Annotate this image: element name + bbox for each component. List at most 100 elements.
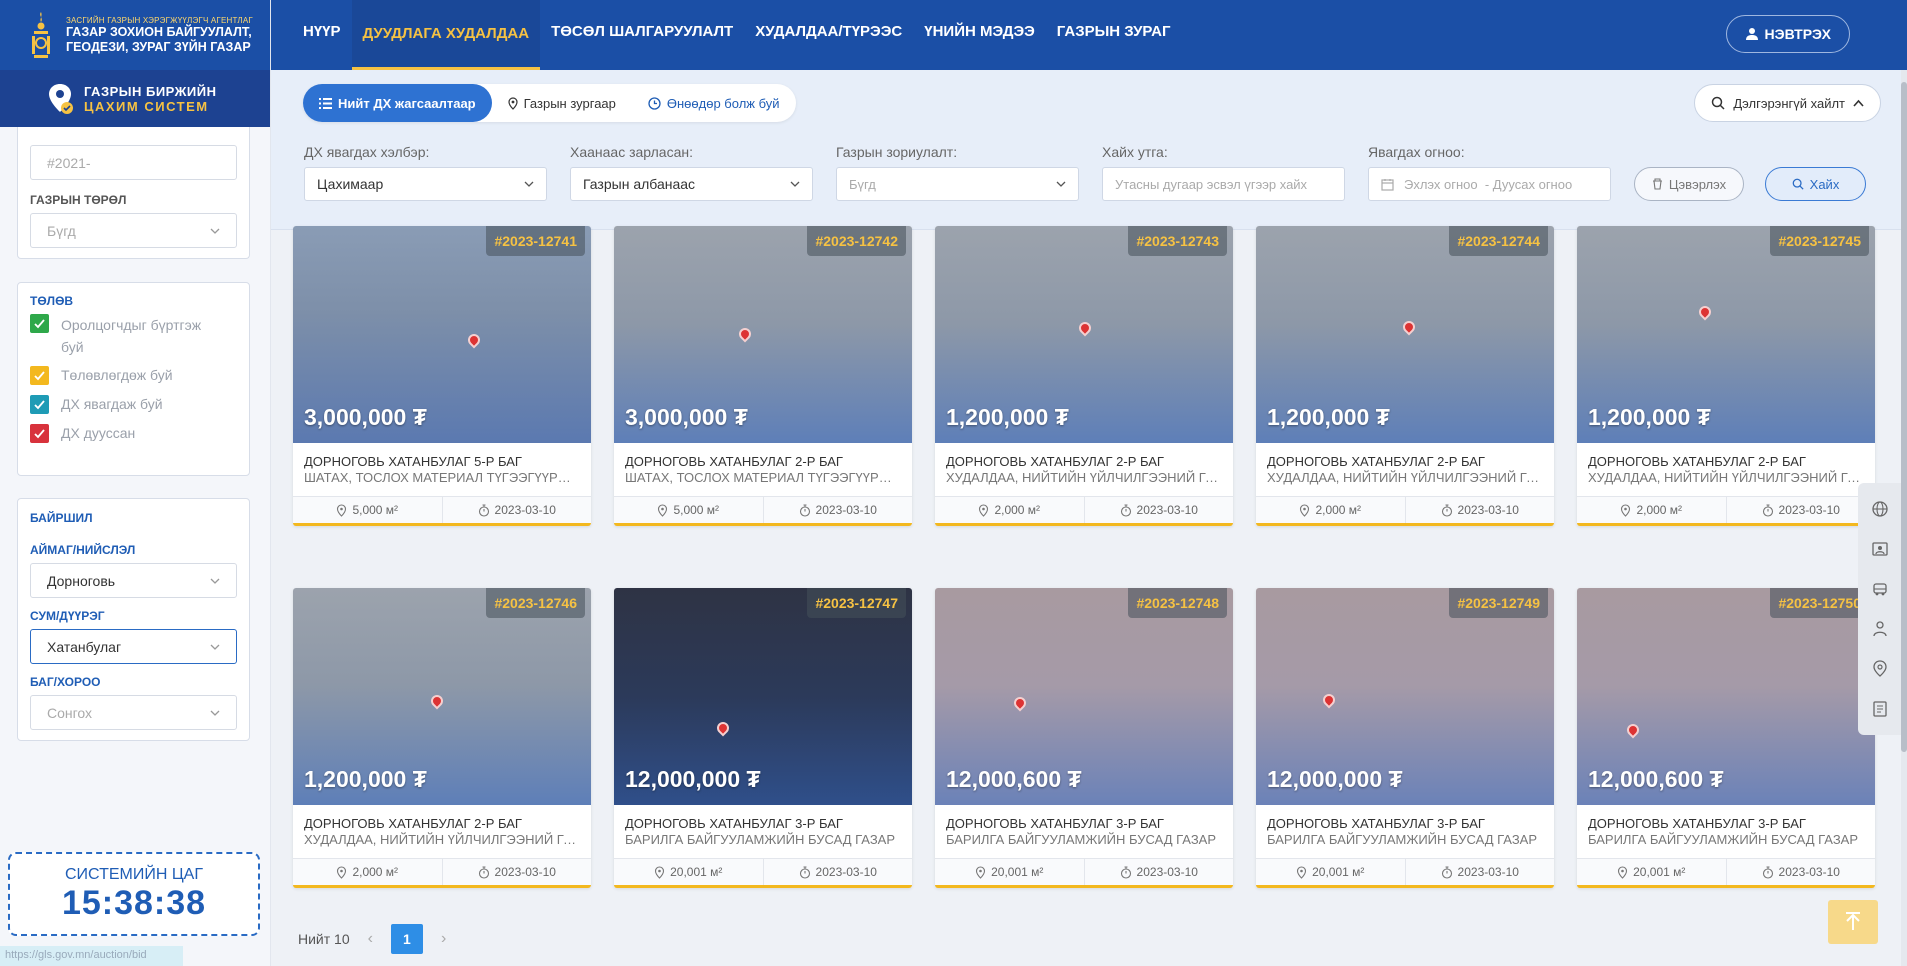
nav-project-selection[interactable]: ТӨСӨЛ ШАЛГАРУУЛАЛТ [540, 0, 744, 62]
scroll-to-top-button[interactable] [1828, 900, 1878, 944]
auction-footer: 5,000 м² 2023-03-10 [293, 496, 591, 523]
floating-toolbar [1858, 483, 1901, 735]
auction-code: #2023-12742 [807, 226, 906, 256]
page-number-current[interactable]: 1 [390, 924, 423, 954]
tab-list[interactable]: Нийт ДХ жагсаалтаар [303, 84, 492, 122]
status-checkbox-finished[interactable]: ДХ дууссан [30, 424, 249, 443]
auction-area-value: 20,001 м² [991, 865, 1044, 879]
nav-land-map[interactable]: ГАЗРЫН ЗУРАГ [1046, 0, 1182, 62]
nav-sale-rent[interactable]: ХУДАЛДАА/ТҮРЭЭС [744, 0, 913, 62]
auction-price: 12,000,600 ₮ [1588, 766, 1724, 792]
search-value-input[interactable]: Утасны дугаар эсвэл үгээр хайх [1102, 167, 1345, 201]
arrow-up-icon [1846, 912, 1860, 930]
auction-type-value: Цахимаар [317, 176, 384, 192]
status-checkbox-ongoing[interactable]: ДХ явагдаж буй [30, 395, 249, 414]
land-type-select[interactable]: Бүгд [30, 213, 237, 248]
auction-card[interactable]: #2023-12746 1,200,000 ₮ ДОРНОГОВЬ ХАТАНБ… [293, 588, 591, 888]
advanced-search-toggle[interactable]: Дэлгэрэнгүй хайлт [1694, 84, 1881, 122]
auction-area-value: 5,000 м² [352, 503, 399, 517]
stopwatch-icon [478, 865, 489, 879]
auction-area-value: 20,001 м² [670, 865, 723, 879]
chevron-up-icon [1853, 99, 1864, 107]
location-panel: БАЙРШИЛ АЙМАГ/НИЙСЛЭЛ Дорноговь СУМ/ДҮҮР… [17, 498, 250, 741]
status-checkbox-planned[interactable]: Төлөвлөгдөж буй [30, 366, 249, 385]
sum-value: Хатанбулаг [47, 638, 122, 655]
auction-footer: 2,000 м² 2023-03-10 [1256, 496, 1554, 523]
chevron-down-icon [790, 181, 800, 187]
aimag-value: Дорноговь [47, 572, 116, 589]
auction-location: ДОРНОГОВЬ ХАТАНБУЛАГ 3-Р БАГ [1267, 816, 1485, 831]
clear-button[interactable]: Цэвэрлэх [1634, 167, 1744, 201]
tab-map[interactable]: Газрын зургаар [492, 84, 632, 122]
auction-card[interactable]: #2023-12747 12,000,000 ₮ ДОРНОГОВЬ ХАТАН… [614, 588, 912, 888]
next-page-icon[interactable]: › [441, 930, 446, 948]
nav-auction[interactable]: ДУУДЛАГА ХУДАЛДАА [351, 0, 541, 70]
auction-date: 2023-03-10 [764, 497, 913, 523]
map-pin-icon [337, 865, 347, 879]
auction-code-placeholder: #2021- [47, 154, 91, 171]
auction-purpose: ХУДАЛДАА, НИЙТИЙН ҮЙЛЧИЛГЭЭНИЙ ГАЗАР [304, 832, 580, 847]
chevron-down-icon [1056, 181, 1066, 187]
status-label: ДХ дууссан [61, 425, 136, 441]
auction-location: ДОРНОГОВЬ ХАТАНБУЛАГ 3-Р БАГ [625, 816, 843, 831]
auction-code-input[interactable]: #2021- [30, 145, 237, 180]
view-tabs: Нийт ДХ жагсаалтаар Газрын зургаар Өнөөд… [303, 84, 796, 122]
auction-code: #2023-12749 [1449, 588, 1548, 618]
status-label: Төлөвлөгдөж буй [61, 367, 173, 383]
calendar-icon [1381, 178, 1394, 191]
announced-by-select[interactable]: Газрын албанаас [570, 167, 813, 201]
scrollbar-thumb[interactable] [1901, 82, 1907, 752]
system-logo[interactable]: ГАЗРЫН БИРЖИЙН ЦАХИМ СИСТЕМ [0, 70, 270, 127]
auction-card[interactable]: #2023-12742 3,000,000 ₮ ДОРНОГОВЬ ХАТАНБ… [614, 226, 912, 526]
auction-code: #2023-12745 [1770, 226, 1869, 256]
location-search-icon[interactable] [1871, 660, 1889, 678]
auction-date-value: 2023-03-10 [815, 503, 877, 517]
bag-select[interactable]: Сонгох [30, 695, 237, 730]
auction-price: 3,000,000 ₮ [304, 404, 427, 430]
auction-card[interactable]: #2023-12750 12,000,600 ₮ ДОРНОГОВЬ ХАТАН… [1577, 588, 1875, 888]
status-checkbox-registering[interactable]: Оролцогчдыг бүртгэж буй [30, 314, 249, 358]
clear-label: Цэвэрлэх [1668, 176, 1727, 192]
agency-logo[interactable]: ЗАСГИЙН ГАЗРЫН ХЭРЭГЖҮҮЛЭГЧ АГЕНТЛАГ ГАЗ… [0, 0, 270, 70]
car-icon[interactable] [1871, 580, 1889, 598]
auction-date: 2023-03-10 [764, 859, 913, 885]
person-icon[interactable] [1871, 620, 1889, 638]
tab-today[interactable]: Өнөөдөр болж буй [632, 84, 796, 122]
advanced-search-label: Дэлгэрэнгүй хайлт [1733, 95, 1845, 111]
auction-code: #2023-12743 [1128, 226, 1227, 256]
auction-type-select[interactable]: Цахимаар [304, 167, 547, 201]
tab-map-label: Газрын зургаар [523, 95, 616, 111]
auction-footer: 20,001 м² 2023-03-10 [614, 858, 912, 885]
auction-date-value: 2023-03-10 [1457, 503, 1519, 517]
auction-card[interactable]: #2023-12744 1,200,000 ₮ ДОРНОГОВЬ ХАТАНБ… [1256, 226, 1554, 526]
nav-home[interactable]: НҮҮР [292, 0, 352, 62]
prev-page-icon[interactable]: ‹ [368, 930, 373, 948]
auction-date: 2023-03-10 [443, 497, 592, 523]
id-card-icon[interactable] [1871, 540, 1889, 558]
auction-location: ДОРНОГОВЬ ХАТАНБУЛАГ 2-Р БАГ [946, 454, 1164, 469]
nav-price-info[interactable]: ҮНИЙН МЭДЭЭ [913, 0, 1046, 62]
system-title-line2: ЦАХИМ СИСТЕМ [84, 98, 209, 114]
auction-area: 2,000 м² [1256, 497, 1406, 523]
auction-card[interactable]: #2023-12748 12,000,600 ₮ ДОРНОГОВЬ ХАТАН… [935, 588, 1233, 888]
auction-card[interactable]: #2023-12741 3,000,000 ₮ ДОРНОГОВЬ ХАТАНБ… [293, 226, 591, 526]
stopwatch-icon [799, 865, 810, 879]
login-button[interactable]: НЭВТРЭХ [1725, 15, 1850, 53]
land-type-value: Бүгд [47, 222, 76, 239]
aimag-select[interactable]: Дорноговь [30, 563, 237, 598]
auction-price: 3,000,000 ₮ [625, 404, 748, 430]
auction-price: 12,000,600 ₮ [946, 766, 1082, 792]
land-purpose-select[interactable]: Бүгд [836, 167, 1079, 201]
auction-card[interactable]: #2023-12749 12,000,000 ₮ ДОРНОГОВЬ ХАТАН… [1256, 588, 1554, 888]
bag-label: БАГ/ХОРОО [30, 675, 101, 689]
globe-icon[interactable] [1871, 500, 1889, 518]
auction-footer: 20,001 м² 2023-03-10 [1577, 858, 1875, 885]
document-icon[interactable] [1871, 700, 1889, 718]
auction-area-value: 2,000 м² [1636, 503, 1683, 517]
search-button[interactable]: Хайх [1765, 167, 1866, 201]
sum-select[interactable]: Хатанбулаг [30, 629, 237, 664]
status-title: ТӨЛӨВ [30, 294, 74, 308]
auction-card[interactable]: #2023-12745 1,200,000 ₮ ДОРНОГОВЬ ХАТАНБ… [1577, 226, 1875, 526]
date-range-input[interactable]: Эхлэх огноо - Дуусах огноо [1368, 167, 1611, 201]
auction-card[interactable]: #2023-12743 1,200,000 ₮ ДОРНОГОВЬ ХАТАНБ… [935, 226, 1233, 526]
